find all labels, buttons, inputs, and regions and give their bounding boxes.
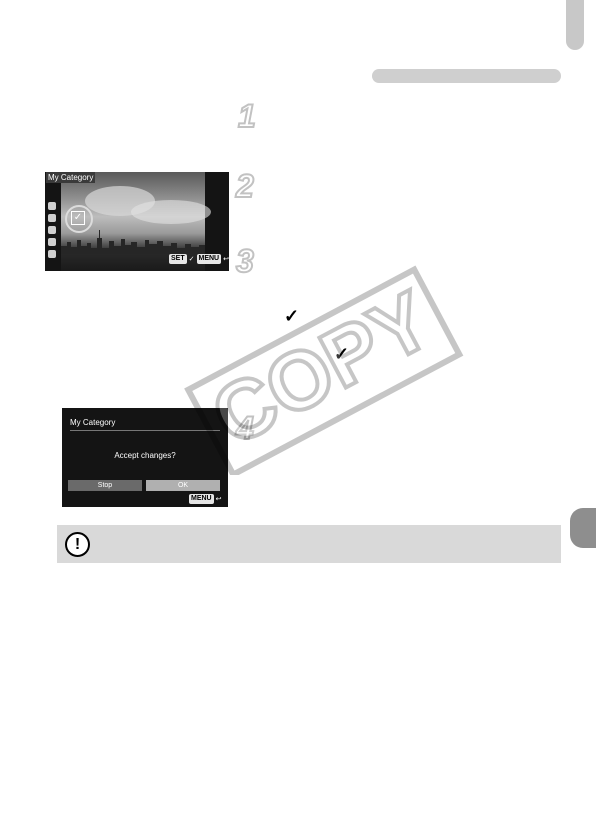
page-edge-tab xyxy=(566,0,584,50)
watermark-text: COPY xyxy=(198,274,446,463)
screen-title: My Category xyxy=(46,172,96,183)
category-checkbox[interactable]: ✓ xyxy=(71,211,85,225)
caution-box: ! xyxy=(57,525,561,563)
back-arrow-icon: ↩ xyxy=(215,496,222,503)
menu-key-icon: MENU xyxy=(189,494,214,504)
step-number-2: 2 xyxy=(235,168,255,204)
section-heading-bar xyxy=(372,69,561,83)
category-icon xyxy=(48,202,56,210)
ok-button[interactable]: OK xyxy=(146,480,220,491)
category-icon-list xyxy=(47,202,59,262)
stop-button[interactable]: Stop xyxy=(68,480,142,491)
copy-watermark: COPY xyxy=(184,265,464,475)
cloud-shape xyxy=(131,200,211,224)
category-icon xyxy=(48,226,56,234)
screen-footer-hints: MENU ↩ xyxy=(189,494,222,504)
category-icon xyxy=(48,250,56,258)
category-icon xyxy=(48,214,56,222)
screen-title: My Category xyxy=(70,418,116,427)
category-icon xyxy=(48,238,56,246)
chapter-edge-tab xyxy=(570,508,596,548)
step-number-1: 1 xyxy=(237,98,257,134)
caution-icon: ! xyxy=(65,532,90,557)
